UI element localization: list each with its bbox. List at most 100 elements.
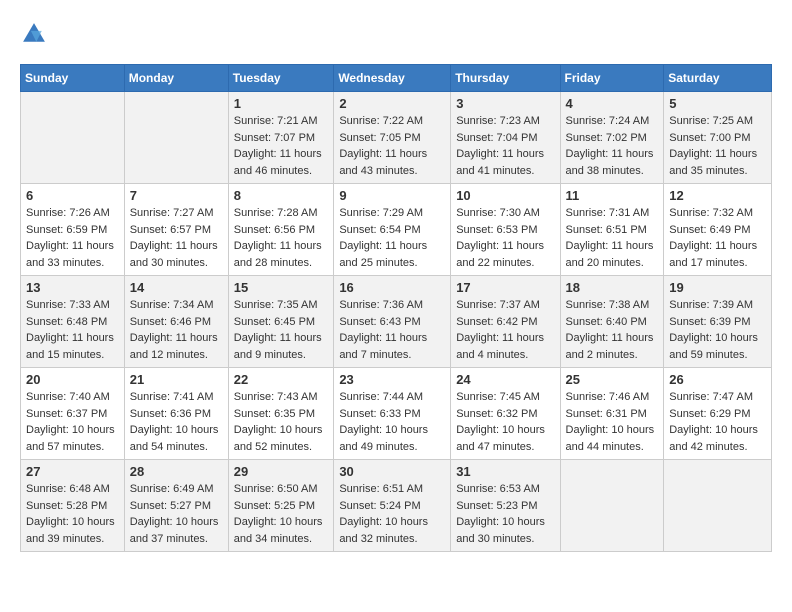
- day-cell: [664, 460, 772, 552]
- day-info: Sunrise: 7:34 AMSunset: 6:46 PMDaylight:…: [130, 299, 218, 361]
- day-info: Sunrise: 7:39 AMSunset: 6:39 PMDaylight:…: [669, 299, 758, 361]
- day-cell: 31 Sunrise: 6:53 AMSunset: 5:23 PMDaylig…: [451, 460, 560, 552]
- day-info: Sunrise: 6:49 AMSunset: 5:27 PMDaylight:…: [130, 483, 219, 545]
- week-row-2: 6 Sunrise: 7:26 AMSunset: 6:59 PMDayligh…: [21, 184, 772, 276]
- day-cell: 3 Sunrise: 7:23 AMSunset: 7:04 PMDayligh…: [451, 92, 560, 184]
- day-cell: 20 Sunrise: 7:40 AMSunset: 6:37 PMDaylig…: [21, 368, 125, 460]
- day-info: Sunrise: 7:26 AMSunset: 6:59 PMDaylight:…: [26, 207, 114, 269]
- day-info: Sunrise: 7:32 AMSunset: 6:49 PMDaylight:…: [669, 207, 757, 269]
- day-number: 25: [566, 372, 659, 387]
- day-number: 18: [566, 280, 659, 295]
- day-info: Sunrise: 7:27 AMSunset: 6:57 PMDaylight:…: [130, 207, 218, 269]
- day-number: 1: [234, 96, 329, 111]
- day-cell: 17 Sunrise: 7:37 AMSunset: 6:42 PMDaylig…: [451, 276, 560, 368]
- day-info: Sunrise: 7:31 AMSunset: 6:51 PMDaylight:…: [566, 207, 654, 269]
- day-info: Sunrise: 7:36 AMSunset: 6:43 PMDaylight:…: [339, 299, 427, 361]
- calendar-table: SundayMondayTuesdayWednesdayThursdayFrid…: [20, 64, 772, 552]
- day-info: Sunrise: 7:24 AMSunset: 7:02 PMDaylight:…: [566, 115, 654, 177]
- day-number: 11: [566, 188, 659, 203]
- day-cell: [560, 460, 664, 552]
- day-info: Sunrise: 6:50 AMSunset: 5:25 PMDaylight:…: [234, 483, 323, 545]
- day-cell: 8 Sunrise: 7:28 AMSunset: 6:56 PMDayligh…: [228, 184, 334, 276]
- column-header-sunday: Sunday: [21, 65, 125, 92]
- day-cell: 18 Sunrise: 7:38 AMSunset: 6:40 PMDaylig…: [560, 276, 664, 368]
- day-cell: 27 Sunrise: 6:48 AMSunset: 5:28 PMDaylig…: [21, 460, 125, 552]
- day-number: 6: [26, 188, 119, 203]
- day-info: Sunrise: 7:25 AMSunset: 7:00 PMDaylight:…: [669, 115, 757, 177]
- day-number: 17: [456, 280, 554, 295]
- day-cell: 28 Sunrise: 6:49 AMSunset: 5:27 PMDaylig…: [124, 460, 228, 552]
- day-info: Sunrise: 7:22 AMSunset: 7:05 PMDaylight:…: [339, 115, 427, 177]
- day-number: 20: [26, 372, 119, 387]
- day-info: Sunrise: 7:37 AMSunset: 6:42 PMDaylight:…: [456, 299, 544, 361]
- day-info: Sunrise: 7:43 AMSunset: 6:35 PMDaylight:…: [234, 391, 323, 453]
- day-number: 31: [456, 464, 554, 479]
- day-number: 10: [456, 188, 554, 203]
- logo: [20, 20, 52, 48]
- day-number: 7: [130, 188, 223, 203]
- day-cell: 25 Sunrise: 7:46 AMSunset: 6:31 PMDaylig…: [560, 368, 664, 460]
- day-info: Sunrise: 7:44 AMSunset: 6:33 PMDaylight:…: [339, 391, 428, 453]
- column-header-thursday: Thursday: [451, 65, 560, 92]
- day-info: Sunrise: 7:23 AMSunset: 7:04 PMDaylight:…: [456, 115, 544, 177]
- week-row-3: 13 Sunrise: 7:33 AMSunset: 6:48 PMDaylig…: [21, 276, 772, 368]
- day-number: 16: [339, 280, 445, 295]
- column-header-friday: Friday: [560, 65, 664, 92]
- day-cell: [124, 92, 228, 184]
- day-number: 3: [456, 96, 554, 111]
- day-number: 22: [234, 372, 329, 387]
- day-cell: 26 Sunrise: 7:47 AMSunset: 6:29 PMDaylig…: [664, 368, 772, 460]
- week-row-4: 20 Sunrise: 7:40 AMSunset: 6:37 PMDaylig…: [21, 368, 772, 460]
- day-cell: 21 Sunrise: 7:41 AMSunset: 6:36 PMDaylig…: [124, 368, 228, 460]
- column-header-tuesday: Tuesday: [228, 65, 334, 92]
- day-info: Sunrise: 6:48 AMSunset: 5:28 PMDaylight:…: [26, 483, 115, 545]
- day-cell: 10 Sunrise: 7:30 AMSunset: 6:53 PMDaylig…: [451, 184, 560, 276]
- day-number: 5: [669, 96, 766, 111]
- day-cell: 16 Sunrise: 7:36 AMSunset: 6:43 PMDaylig…: [334, 276, 451, 368]
- page-header: [20, 20, 772, 48]
- week-row-1: 1 Sunrise: 7:21 AMSunset: 7:07 PMDayligh…: [21, 92, 772, 184]
- column-header-monday: Monday: [124, 65, 228, 92]
- day-info: Sunrise: 7:33 AMSunset: 6:48 PMDaylight:…: [26, 299, 114, 361]
- logo-icon: [20, 20, 48, 48]
- day-number: 14: [130, 280, 223, 295]
- day-info: Sunrise: 7:46 AMSunset: 6:31 PMDaylight:…: [566, 391, 655, 453]
- day-number: 4: [566, 96, 659, 111]
- day-number: 28: [130, 464, 223, 479]
- day-cell: 30 Sunrise: 6:51 AMSunset: 5:24 PMDaylig…: [334, 460, 451, 552]
- day-number: 12: [669, 188, 766, 203]
- day-info: Sunrise: 7:30 AMSunset: 6:53 PMDaylight:…: [456, 207, 544, 269]
- day-info: Sunrise: 7:45 AMSunset: 6:32 PMDaylight:…: [456, 391, 545, 453]
- day-cell: 7 Sunrise: 7:27 AMSunset: 6:57 PMDayligh…: [124, 184, 228, 276]
- column-header-saturday: Saturday: [664, 65, 772, 92]
- day-info: Sunrise: 7:47 AMSunset: 6:29 PMDaylight:…: [669, 391, 758, 453]
- day-cell: 19 Sunrise: 7:39 AMSunset: 6:39 PMDaylig…: [664, 276, 772, 368]
- day-number: 29: [234, 464, 329, 479]
- day-info: Sunrise: 7:35 AMSunset: 6:45 PMDaylight:…: [234, 299, 322, 361]
- day-cell: 29 Sunrise: 6:50 AMSunset: 5:25 PMDaylig…: [228, 460, 334, 552]
- day-number: 26: [669, 372, 766, 387]
- day-info: Sunrise: 6:53 AMSunset: 5:23 PMDaylight:…: [456, 483, 545, 545]
- day-cell: 15 Sunrise: 7:35 AMSunset: 6:45 PMDaylig…: [228, 276, 334, 368]
- day-number: 19: [669, 280, 766, 295]
- day-number: 13: [26, 280, 119, 295]
- day-number: 21: [130, 372, 223, 387]
- day-info: Sunrise: 7:38 AMSunset: 6:40 PMDaylight:…: [566, 299, 654, 361]
- day-cell: 6 Sunrise: 7:26 AMSunset: 6:59 PMDayligh…: [21, 184, 125, 276]
- day-cell: 11 Sunrise: 7:31 AMSunset: 6:51 PMDaylig…: [560, 184, 664, 276]
- week-row-5: 27 Sunrise: 6:48 AMSunset: 5:28 PMDaylig…: [21, 460, 772, 552]
- day-info: Sunrise: 7:21 AMSunset: 7:07 PMDaylight:…: [234, 115, 322, 177]
- day-info: Sunrise: 7:28 AMSunset: 6:56 PMDaylight:…: [234, 207, 322, 269]
- day-cell: 9 Sunrise: 7:29 AMSunset: 6:54 PMDayligh…: [334, 184, 451, 276]
- day-number: 27: [26, 464, 119, 479]
- day-cell: 23 Sunrise: 7:44 AMSunset: 6:33 PMDaylig…: [334, 368, 451, 460]
- column-header-wednesday: Wednesday: [334, 65, 451, 92]
- day-info: Sunrise: 6:51 AMSunset: 5:24 PMDaylight:…: [339, 483, 428, 545]
- day-number: 8: [234, 188, 329, 203]
- day-number: 23: [339, 372, 445, 387]
- day-info: Sunrise: 7:41 AMSunset: 6:36 PMDaylight:…: [130, 391, 219, 453]
- day-cell: 13 Sunrise: 7:33 AMSunset: 6:48 PMDaylig…: [21, 276, 125, 368]
- day-cell: 24 Sunrise: 7:45 AMSunset: 6:32 PMDaylig…: [451, 368, 560, 460]
- day-cell: 4 Sunrise: 7:24 AMSunset: 7:02 PMDayligh…: [560, 92, 664, 184]
- day-number: 30: [339, 464, 445, 479]
